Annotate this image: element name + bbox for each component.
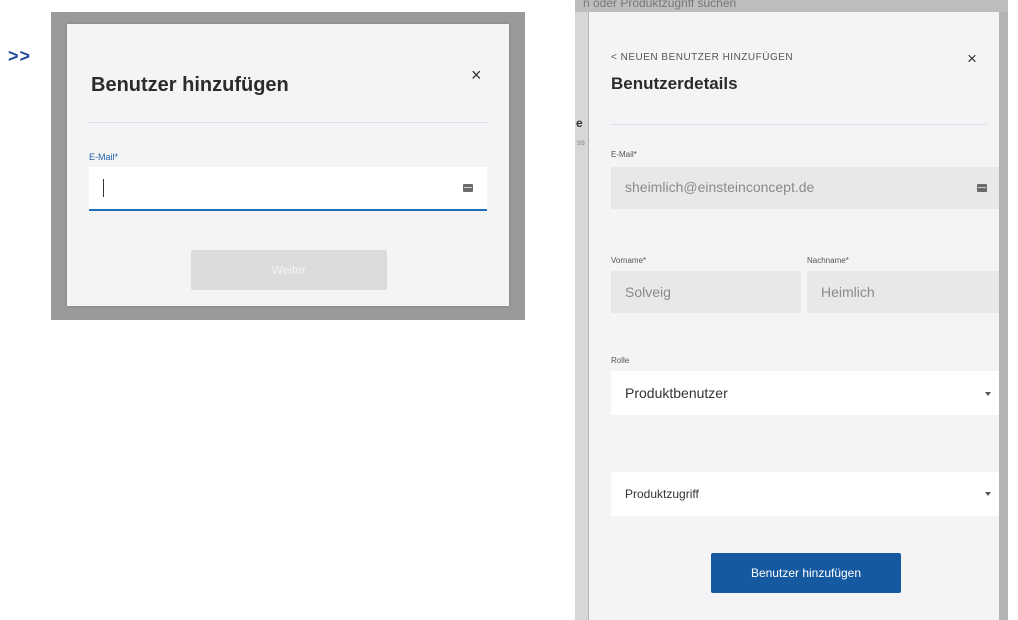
product-access-select[interactable]: Produktzugriff	[611, 472, 999, 516]
background-search-text: n oder Produktzugriff suchen	[583, 0, 737, 10]
lastname-label: Nachname*	[807, 256, 849, 265]
role-label: Rolle	[611, 356, 630, 365]
contact-card-icon	[977, 184, 987, 192]
email-value: sheimlich@einsteinconcept.de	[625, 179, 815, 195]
firstname-label: Vorname*	[611, 256, 647, 265]
dialog-title: Benutzer hinzufügen	[91, 74, 289, 96]
role-select[interactable]: Produktbenutzer	[611, 371, 999, 415]
chevron-down-icon	[985, 492, 991, 496]
role-value: Produktbenutzer	[625, 385, 728, 401]
right-screenshot-frame: n oder Produktzugriff suchen e ss < NEUE…	[575, 0, 1008, 620]
background-strip: e ss	[575, 12, 588, 620]
email-label: E-Mail*	[611, 150, 637, 159]
firstname-field[interactable]: Solveig	[611, 271, 801, 313]
panel-divider	[611, 124, 987, 125]
product-access-value: Produktzugriff	[625, 487, 699, 501]
close-icon[interactable]: ×	[967, 50, 977, 67]
lastname-field[interactable]: Heimlich	[807, 271, 999, 313]
close-icon[interactable]: ×	[471, 66, 482, 84]
lastname-value: Heimlich	[821, 284, 875, 300]
email-field[interactable]: sheimlich@einsteinconcept.de	[611, 167, 999, 209]
dialog-divider	[89, 122, 487, 123]
next-button[interactable]: Weiter	[191, 250, 387, 290]
email-label: E-Mail*	[89, 152, 119, 162]
step-arrow-marker: >>	[8, 46, 32, 66]
text-cursor	[103, 179, 104, 197]
background-letter: e	[576, 116, 583, 130]
background-search-bar: n oder Produktzugriff suchen	[575, 0, 1008, 12]
background-subtext: ss	[577, 138, 585, 147]
add-user-dialog: Benutzer hinzufügen × E-Mail* Weiter	[67, 24, 509, 306]
panel-title: Benutzerdetails	[611, 74, 738, 93]
chevron-down-icon	[985, 392, 991, 396]
left-screenshot-frame: Benutzer hinzufügen × E-Mail* Weiter	[51, 12, 525, 320]
back-link[interactable]: < NEUEN BENUTZER HINZUFÜGEN	[611, 52, 793, 63]
contact-card-icon	[463, 184, 473, 192]
add-user-button[interactable]: Benutzer hinzufügen	[711, 553, 901, 593]
firstname-value: Solveig	[625, 284, 671, 300]
email-input[interactable]	[89, 167, 487, 211]
user-details-panel: < NEUEN BENUTZER HINZUFÜGEN × Benutzerde…	[589, 12, 999, 620]
